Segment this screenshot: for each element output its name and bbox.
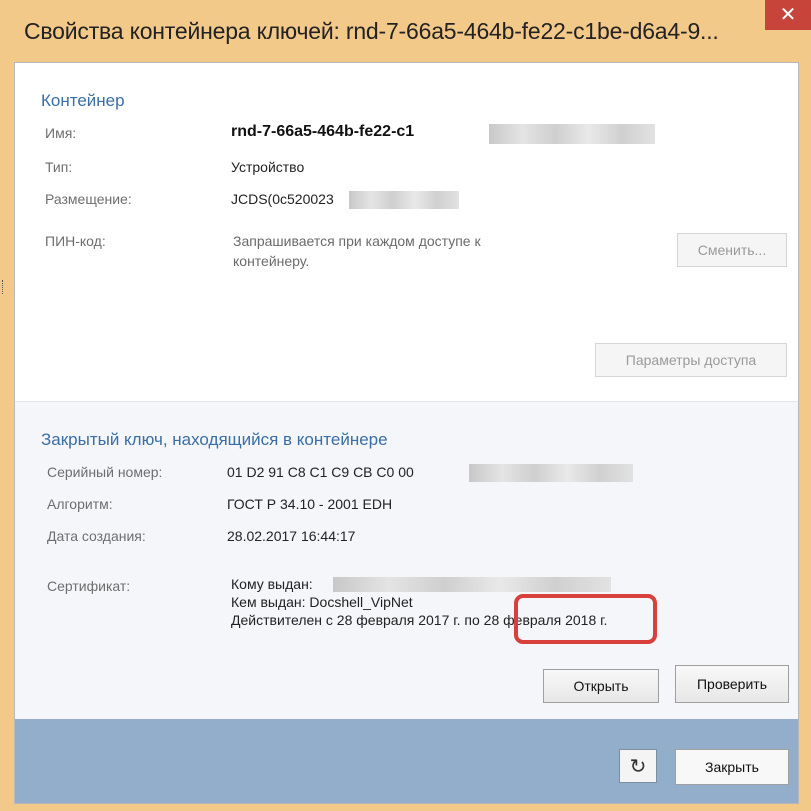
algorithm-value: ГОСТ Р 34.10 - 2001 EDH bbox=[227, 496, 393, 512]
serial-label: Серийный номер: bbox=[47, 464, 163, 480]
container-section-title: Контейнер bbox=[41, 91, 125, 110]
close-icon: ✕ bbox=[779, 2, 797, 26]
location-value: JCDS(0c520023 bbox=[231, 191, 334, 207]
pin-label: ПИН-код: bbox=[45, 233, 106, 249]
window-title: Свойства контейнера ключей: rnd-7-66a5-4… bbox=[24, 18, 719, 44]
close-button[interactable]: Закрыть bbox=[675, 749, 789, 785]
open-certificate-button[interactable]: Открыть bbox=[543, 669, 659, 703]
algorithm-label: Алгоритм: bbox=[47, 496, 113, 512]
dialog-footer: ↻ Закрыть bbox=[15, 719, 798, 803]
refresh-icon: ↻ bbox=[629, 754, 647, 778]
name-value: rnd-7-66a5-464b-fe22-c1 bbox=[231, 123, 415, 140]
certificate-label: Сертификат: bbox=[47, 578, 131, 594]
redacted-name-blur bbox=[489, 124, 655, 144]
redacted-issued-to-blur bbox=[333, 577, 611, 592]
redacted-serial-blur bbox=[469, 464, 633, 482]
pin-value-line1: Запрашивается при каждом доступе к bbox=[233, 233, 481, 249]
change-pin-button[interactable]: Сменить... bbox=[677, 233, 787, 267]
verify-certificate-button[interactable]: Проверить bbox=[675, 665, 789, 703]
container-section: Контейнер Имя: rnd-7-66a5-464b-fe22-c1 Т… bbox=[15, 63, 798, 401]
pin-value-line2: контейнеру. bbox=[233, 253, 310, 269]
title-bar[interactable]: Свойства контейнера ключей: rnd-7-66a5-4… bbox=[0, 0, 811, 62]
name-label: Имя: bbox=[45, 125, 77, 141]
created-value: 28.02.2017 16:44:17 bbox=[227, 528, 356, 544]
refresh-button[interactable]: ↻ bbox=[619, 749, 657, 783]
close-window-button[interactable]: ✕ bbox=[765, 0, 811, 30]
type-value: Устройство bbox=[231, 159, 305, 175]
cert-issued-by: Кем выдан: Docshell_VipNet bbox=[231, 594, 413, 610]
serial-value: 01 D2 91 C8 C1 C9 CB C0 00 bbox=[227, 464, 414, 480]
window-edge-marker bbox=[2, 280, 7, 294]
open-button-highlight bbox=[514, 594, 657, 644]
location-label: Размещение: bbox=[45, 191, 132, 207]
created-label: Дата создания: bbox=[47, 528, 146, 544]
key-container-properties-window: Свойства контейнера ключей: rnd-7-66a5-4… bbox=[0, 0, 811, 811]
private-key-section-title: Закрытый ключ, находящийся в контейнере bbox=[41, 430, 388, 449]
redacted-location-blur bbox=[349, 191, 459, 209]
type-label: Тип: bbox=[45, 159, 73, 175]
private-key-section: Закрытый ключ, находящийся в контейнере … bbox=[15, 401, 798, 720]
dialog-content: Контейнер Имя: rnd-7-66a5-464b-fe22-c1 Т… bbox=[14, 62, 799, 804]
access-parameters-button[interactable]: Параметры доступа bbox=[595, 343, 787, 377]
cert-issued-to: Кому выдан: bbox=[231, 576, 313, 592]
